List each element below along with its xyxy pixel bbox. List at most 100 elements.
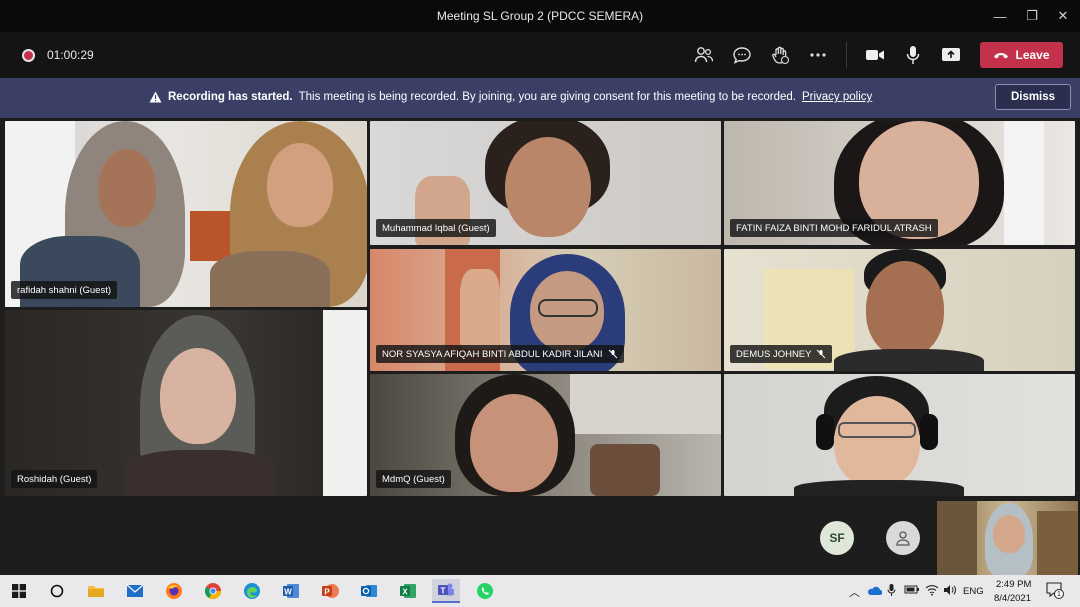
recording-banner: Recording has started. This meeting is b…	[0, 78, 1080, 118]
close-window-button[interactable]: ✕	[1046, 0, 1080, 32]
windows-start-icon	[12, 584, 26, 598]
video-tile-muhammad-iqbal[interactable]: Muhammad Iqbal (Guest)	[370, 121, 721, 245]
taskbar-excel[interactable]: X	[396, 579, 420, 603]
self-view-video[interactable]	[937, 501, 1078, 575]
recording-indicator-icon	[22, 49, 35, 62]
leave-button[interactable]: Leave	[980, 42, 1063, 68]
warning-icon	[149, 91, 162, 103]
excel-icon: X	[400, 584, 416, 598]
background-shelf	[1037, 511, 1078, 575]
video-tile-demus-johney[interactable]: DEMUS JOHNEY	[724, 249, 1075, 371]
minimize-button[interactable]: —	[983, 0, 1017, 32]
outlook-icon	[361, 585, 377, 597]
car-seat	[590, 444, 660, 496]
privacy-policy-link[interactable]: Privacy policy	[802, 91, 872, 103]
cortana-button[interactable]	[45, 579, 69, 603]
window-title: Meeting SL Group 2 (PDCC SEMERA)	[436, 9, 644, 23]
leave-label: Leave	[1015, 48, 1050, 62]
windows-taskbar: W P X T ︿ ENG 2:49 PM 8/4/2021 1	[0, 575, 1080, 607]
participant-name: DEMUS JOHNEY	[730, 345, 833, 363]
svg-text:X: X	[402, 587, 408, 596]
taskbar-mail[interactable]	[123, 579, 147, 603]
taskbar-chrome[interactable]	[201, 579, 225, 603]
participant-name: FATIN FAIZA BINTI MOHD FARIDUL ATRASH	[730, 219, 938, 237]
glasses	[538, 299, 598, 317]
maximize-button[interactable]: ❐	[1015, 0, 1049, 32]
microphone-icon	[906, 46, 920, 64]
person-face	[505, 137, 591, 237]
clock-time[interactable]: 2:49 PM	[996, 579, 1031, 590]
person-face	[993, 515, 1025, 553]
dismiss-button[interactable]: Dismiss	[995, 84, 1071, 110]
svg-text:W: W	[284, 587, 292, 596]
taskbar-file-explorer[interactable]	[84, 579, 108, 603]
battery-icon[interactable]	[904, 584, 920, 595]
recording-message: Recording has started. This meeting is b…	[149, 91, 872, 103]
video-tile-nor-syasya[interactable]: NOR SYASYA AFIQAH BINTI ABDUL KADIR JILA…	[370, 249, 721, 371]
headphones-right	[920, 414, 938, 450]
person-body	[210, 251, 330, 307]
volume-icon[interactable]	[943, 584, 957, 596]
taskbar-word[interactable]: W	[279, 579, 303, 603]
person-face	[834, 396, 920, 488]
edge-icon	[244, 583, 260, 599]
taskbar-firefox[interactable]	[162, 579, 186, 603]
video-tile-fatin-faiza[interactable]: FATIN FAIZA BINTI MOHD FARIDUL ATRASH	[724, 121, 1075, 245]
taskbar-edge[interactable]	[240, 579, 264, 603]
participant-initials: SF	[829, 531, 845, 545]
microphone-tray-icon[interactable]	[887, 583, 896, 597]
meeting-toolbar: 01:00:29 Leave	[0, 32, 1080, 78]
person-body	[125, 450, 275, 496]
video-stage: rafidah shahni (Guest) Muhammad Iqbal (G…	[0, 118, 1080, 575]
more-options-button[interactable]	[805, 41, 831, 69]
person-face	[470, 394, 558, 492]
language-indicator[interactable]: ENG	[963, 586, 984, 597]
show-hidden-icons[interactable]: ︿	[849, 584, 860, 600]
raise-hand-icon	[772, 46, 790, 65]
camera-button[interactable]	[862, 41, 888, 69]
taskbar-whatsapp[interactable]	[473, 579, 497, 603]
whatsapp-icon	[477, 583, 493, 599]
chat-button[interactable]	[729, 41, 755, 69]
participant-name: NOR SYASYA AFIQAH BINTI ABDUL KADIR JILA…	[376, 345, 624, 363]
overflow-participant-sf[interactable]: SF	[820, 521, 854, 555]
clock-date[interactable]: 8/4/2021	[994, 593, 1031, 604]
wifi-icon[interactable]	[925, 583, 939, 596]
person-icon	[896, 531, 910, 546]
taskbar-outlook[interactable]	[357, 579, 381, 603]
chat-icon	[733, 47, 751, 64]
participant-name: rafidah shahni (Guest)	[11, 281, 117, 299]
participants-icon	[694, 47, 714, 63]
taskbar-teams[interactable]: T	[432, 579, 460, 603]
glasses	[838, 422, 916, 438]
action-center-button[interactable]: 1	[1046, 582, 1064, 599]
participant-name: Roshidah (Guest)	[11, 470, 98, 488]
svg-text:P: P	[324, 587, 330, 596]
chrome-icon	[204, 583, 222, 600]
video-tile-mdmq[interactable]: MdmQ (Guest)	[370, 374, 721, 496]
person-face	[160, 348, 236, 444]
person-face	[267, 143, 333, 227]
video-tile-rafidah[interactable]: rafidah shahni (Guest)	[5, 121, 367, 307]
video-tile-headphones-participant[interactable]	[724, 374, 1075, 496]
start-button[interactable]	[7, 579, 31, 603]
overflow-participant-unknown[interactable]	[886, 521, 920, 555]
onedrive-icon[interactable]	[866, 585, 882, 596]
car-window	[570, 374, 721, 434]
toolbar-separator	[846, 42, 847, 68]
person-face	[98, 149, 156, 227]
person-face	[866, 261, 944, 357]
share-screen-button[interactable]	[938, 41, 964, 69]
video-tile-roshidah[interactable]: Roshidah (Guest)	[5, 310, 367, 496]
participants-button[interactable]	[691, 41, 717, 69]
more-options-icon	[810, 53, 826, 57]
background-shelf	[937, 501, 977, 575]
background-wall	[1004, 121, 1044, 245]
raise-hand-button[interactable]	[767, 41, 793, 69]
taskbar-powerpoint[interactable]: P	[318, 579, 342, 603]
word-icon: W	[283, 584, 299, 598]
teams-icon: T	[438, 583, 454, 596]
microphone-button[interactable]	[900, 41, 926, 69]
file-explorer-icon	[88, 586, 104, 597]
firefox-icon	[166, 583, 182, 599]
